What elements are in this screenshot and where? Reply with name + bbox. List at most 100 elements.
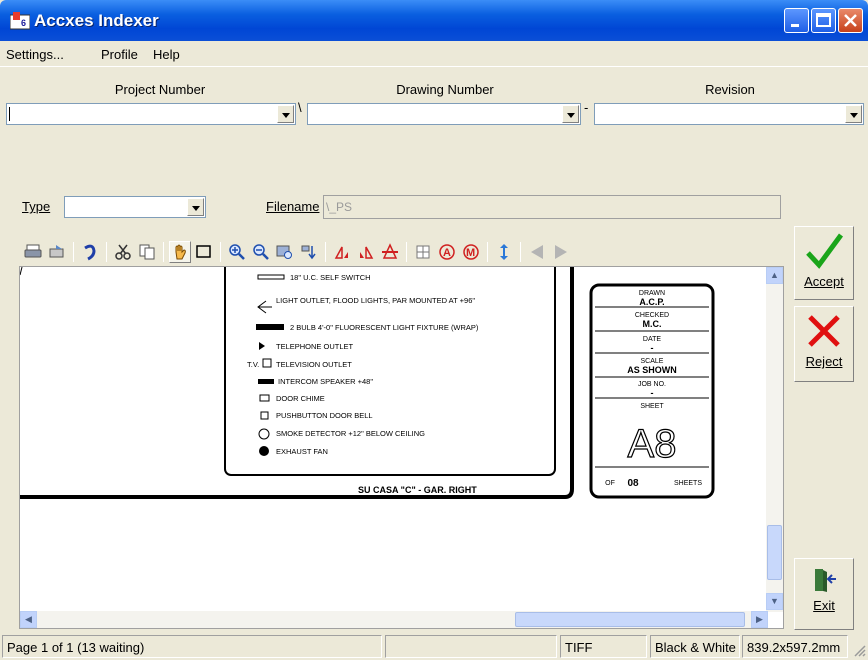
drawing-number-label: Drawing Number bbox=[396, 82, 494, 97]
maximize-button[interactable] bbox=[811, 8, 836, 33]
project-number-label: Project Number bbox=[114, 82, 206, 97]
menu-help[interactable]: Help bbox=[153, 47, 180, 62]
resize-grip-icon[interactable] bbox=[852, 643, 866, 657]
text-cursor bbox=[9, 107, 10, 121]
sheet-label: SHEET bbox=[640, 403, 664, 410]
of-value: 08 bbox=[627, 478, 639, 489]
scale-value: AS SHOWN bbox=[627, 365, 677, 375]
title-bar[interactable]: 6 Accxes Indexer bbox=[0, 0, 868, 41]
pan-hand-icon[interactable] bbox=[169, 240, 191, 263]
dropdown-arrow-icon[interactable] bbox=[187, 198, 204, 216]
type-combo[interactable] bbox=[64, 196, 206, 218]
status-bar: Page 1 of 1 (13 waiting) TIFF Black & Wh… bbox=[0, 633, 868, 660]
drawing-number-combo[interactable] bbox=[307, 103, 581, 125]
exit-door-icon bbox=[815, 569, 836, 592]
status-page: Page 1 of 1 (13 waiting) bbox=[2, 635, 382, 658]
legend-item: TELEVISION OUTLET bbox=[276, 360, 352, 369]
separator-dash: - bbox=[584, 100, 589, 115]
horizontal-scrollbar[interactable]: ◀ ▶ bbox=[20, 611, 768, 628]
rotate-left-icon[interactable] bbox=[331, 241, 353, 263]
prev-page-icon[interactable] bbox=[526, 241, 548, 263]
x-icon bbox=[808, 315, 840, 347]
zoom-window-icon[interactable] bbox=[274, 241, 296, 263]
app-icon: 6 bbox=[10, 12, 30, 30]
revision-combo[interactable] bbox=[594, 103, 864, 125]
menu-settings[interactable]: Settings... bbox=[6, 47, 64, 62]
accept-button[interactable]: Accept bbox=[794, 226, 854, 300]
legend-item: INTERCOM SPEAKER +48" bbox=[278, 377, 373, 386]
scroll-down-icon[interactable]: ▼ bbox=[766, 593, 783, 610]
filename-label: Filename bbox=[266, 199, 319, 214]
close-button[interactable] bbox=[838, 8, 863, 33]
svg-text:6: 6 bbox=[21, 18, 26, 28]
dropdown-arrow-icon[interactable] bbox=[845, 105, 862, 123]
job-label: JOB NO. bbox=[638, 381, 666, 388]
scroll-right-icon[interactable]: ▶ bbox=[751, 611, 768, 628]
rotate-right-icon[interactable] bbox=[355, 241, 377, 263]
vertical-scrollbar[interactable]: ▲ ▼ bbox=[766, 267, 783, 612]
redline-a-icon[interactable]: A bbox=[436, 241, 458, 263]
legend-item: 2 BULB 4'-0" FLUORESCENT LIGHT FIXTURE (… bbox=[290, 323, 479, 332]
next-page-icon[interactable] bbox=[550, 241, 572, 263]
job-value: - bbox=[651, 388, 654, 398]
horizontal-scroll-thumb[interactable] bbox=[515, 612, 745, 627]
close-icon bbox=[844, 14, 857, 27]
zoom-fit-icon[interactable] bbox=[298, 241, 320, 263]
reject-button[interactable]: Reject bbox=[794, 306, 854, 382]
undo-icon[interactable] bbox=[79, 241, 101, 263]
filename-label-text: Filename bbox=[266, 199, 320, 214]
legend-item: SMOKE DETECTOR +12" BELOW CEILING bbox=[276, 429, 425, 438]
svg-text:A: A bbox=[443, 247, 451, 259]
menu-profile[interactable]: Profile bbox=[101, 47, 138, 62]
revision-label: Revision bbox=[705, 82, 755, 97]
select-rect-icon[interactable] bbox=[193, 241, 215, 263]
legend-item: DOOR CHIME bbox=[276, 394, 325, 403]
grid-icon[interactable] bbox=[412, 241, 434, 263]
checked-value: M.C. bbox=[643, 319, 662, 329]
plan-title: SU CASA "C" - GAR. RIGHT bbox=[358, 485, 477, 495]
print-icon[interactable] bbox=[22, 241, 44, 263]
checkmark-icon bbox=[806, 233, 844, 269]
scroll-left-icon[interactable]: ◀ bbox=[20, 611, 37, 628]
legend-item: EXHAUST FAN bbox=[276, 447, 328, 456]
cut-icon[interactable] bbox=[112, 241, 134, 263]
zoom-out-icon[interactable] bbox=[250, 241, 272, 263]
drawing-image: 18" U.C. SELF SWITCH LIGHT OUTLET, FLOOD… bbox=[20, 267, 715, 499]
image-viewer[interactable]: 18" U.C. SELF SWITCH LIGHT OUTLET, FLOOD… bbox=[19, 266, 784, 629]
scroll-up-icon[interactable]: ▲ bbox=[766, 267, 783, 284]
filename-field[interactable]: \_PS bbox=[323, 195, 781, 219]
redline-m-icon[interactable]: M bbox=[460, 241, 482, 263]
type-label: Type bbox=[22, 199, 50, 214]
status-color: Black & White bbox=[650, 635, 740, 658]
maximize-icon bbox=[816, 13, 831, 27]
menu-bar: Settings... Profile Help bbox=[0, 41, 868, 67]
window-title: Accxes Indexer bbox=[34, 11, 159, 30]
legend-item: 18" U.C. SELF SWITCH bbox=[290, 273, 371, 282]
legend-item: TELEPHONE OUTLET bbox=[276, 342, 354, 351]
dropdown-arrow-icon[interactable] bbox=[277, 105, 294, 123]
svg-text:M: M bbox=[466, 247, 475, 259]
date-label: DATE bbox=[643, 336, 661, 343]
legend-item: PUSHBUTTON DOOR BELL bbox=[276, 411, 373, 420]
zoom-in-icon[interactable] bbox=[226, 241, 248, 263]
scale-label: SCALE bbox=[641, 358, 664, 365]
toolbar: A M bbox=[19, 237, 789, 266]
type-label-text: Type bbox=[22, 199, 51, 214]
exit-button[interactable]: Exit bbox=[794, 558, 854, 630]
flip-icon[interactable] bbox=[379, 241, 401, 263]
minimize-icon bbox=[791, 24, 799, 27]
vertical-scroll-thumb[interactable] bbox=[767, 525, 782, 580]
print-setup-icon[interactable] bbox=[46, 241, 68, 263]
drawn-label: DRAWN bbox=[639, 290, 665, 297]
fit-height-icon[interactable] bbox=[493, 241, 515, 263]
copy-icon[interactable] bbox=[136, 241, 158, 263]
app-window: 6 Accxes Indexer Settings... Profile Hel… bbox=[0, 0, 868, 660]
project-number-combo[interactable] bbox=[6, 103, 296, 125]
separator-backslash: \ bbox=[298, 100, 302, 115]
drawn-value: A.C.P. bbox=[639, 297, 664, 307]
minimize-button[interactable] bbox=[784, 8, 809, 33]
dropdown-arrow-icon[interactable] bbox=[562, 105, 579, 123]
status-format: TIFF bbox=[560, 635, 647, 658]
tv-prefix: T.V. bbox=[247, 360, 259, 369]
status-size: 839.2x597.2mm bbox=[742, 635, 848, 658]
